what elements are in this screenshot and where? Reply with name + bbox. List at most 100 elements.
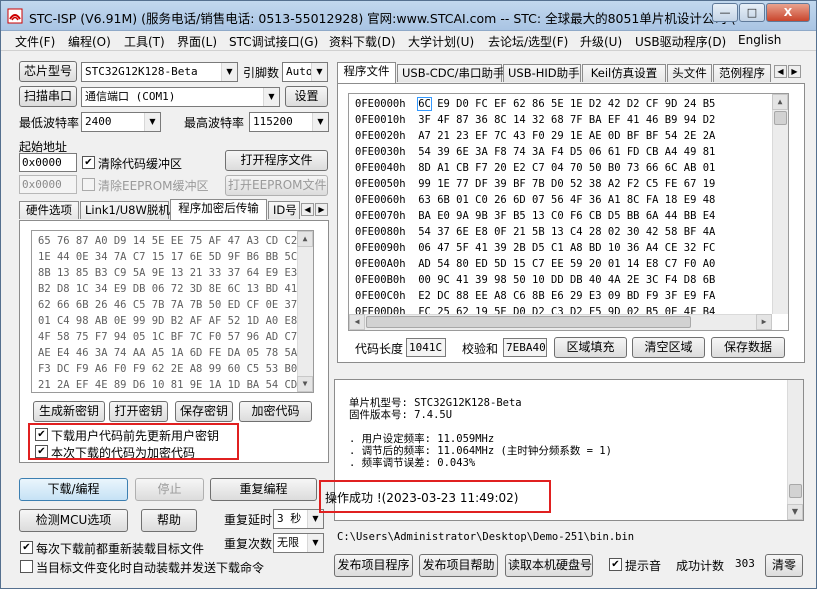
scroll-down-icon[interactable]: ▼ (297, 376, 313, 392)
right-tab-bar: 程序文件 USB-CDC/串口助手 USB-HID助手 Keil仿真设置 头文件… (337, 62, 805, 83)
tab-scroll-left-icon[interactable]: ◀ (774, 65, 787, 78)
enc-hex-row: B2 D8 1C 34 E9 DB 06 72 3D 8E 6C 13 BD 4… (38, 283, 314, 295)
tab-scroll-left-icon[interactable]: ◀ (301, 203, 314, 216)
generate-key-button[interactable]: 生成新密钥 (33, 401, 105, 422)
beep-checkbox[interactable]: ✔ (609, 558, 622, 571)
info-line: 固件版本号: 7.4.5U (349, 409, 453, 421)
tab-examples[interactable]: 范例程序 (713, 64, 771, 82)
reload-file-label: 每次下载前都重新装载目标文件 (36, 542, 205, 556)
maximize-button[interactable]: □ (739, 3, 765, 22)
scroll-right-icon[interactable]: ▶ (756, 314, 772, 330)
scroll-thumb[interactable] (366, 316, 691, 328)
scroll-thumb[interactable] (774, 111, 787, 125)
eeprom-addr-input[interactable]: 0x0000 (19, 175, 77, 194)
minimize-button[interactable]: — (712, 3, 738, 22)
left-tab-bar: 硬件选项 Link1/U8W脱机 程序加密后传输 ID号 ◀ ▶ (19, 199, 329, 220)
open-eeprom-button[interactable]: 打开EEPROM文件 (225, 175, 328, 196)
stop-button[interactable]: 停止 (135, 478, 204, 501)
save-key-button[interactable]: 保存密钥 (175, 401, 233, 422)
scroll-left-icon[interactable]: ◀ (349, 314, 365, 330)
code-addr-input[interactable]: 0x0000 (19, 153, 77, 172)
tab-usb-hid[interactable]: USB-HID助手 (503, 64, 581, 82)
tab-scroll-right-icon[interactable]: ▶ (315, 203, 328, 216)
publish-program-button[interactable]: 发布项目程序 (334, 554, 413, 577)
menu-tools[interactable]: 工具(T) (124, 33, 165, 50)
scroll-down-icon[interactable]: ▼ (787, 504, 803, 520)
tab-keil-settings[interactable]: Keil仿真设置 (582, 64, 666, 82)
menu-program[interactable]: 编程(O) (68, 33, 111, 50)
menu-downloads[interactable]: 资料下载(D) (329, 33, 396, 50)
tab-link1-offline[interactable]: Link1/U8W脱机 (80, 201, 170, 219)
check-mcu-button[interactable]: 检测MCU选项 (19, 509, 128, 532)
tab-scroll-right-icon[interactable]: ▶ (788, 65, 801, 78)
menu-usb-driver[interactable]: USB驱动程序(D) (635, 33, 726, 50)
auto-load-checkbox[interactable] (20, 560, 33, 573)
chevron-down-icon: ▼ (144, 113, 160, 131)
menu-file[interactable]: 文件(F) (15, 33, 55, 50)
min-baud-value: 2400 (85, 115, 112, 128)
clear-code-label: 清除代码缓冲区 (98, 157, 183, 171)
enc-scrollbar[interactable]: ▲ ▼ (297, 231, 313, 392)
repeat-delay-value: 3 秒 (277, 512, 302, 525)
scan-port-button[interactable]: 扫描串口 (19, 86, 77, 107)
clear-eeprom-checkbox[interactable] (82, 178, 95, 191)
pins-label: 引脚数 (243, 66, 280, 80)
min-baud-label: 最低波特率 (19, 116, 80, 130)
close-button[interactable]: X (766, 3, 810, 22)
tab-id[interactable]: ID号 (268, 201, 300, 219)
clear-area-button[interactable]: 清空区域 (632, 337, 705, 358)
repeat-count-select[interactable]: 无限 ▼ (273, 533, 324, 553)
success-count-value: 303 (735, 557, 755, 570)
fill-area-button[interactable]: 区域填充 (554, 337, 627, 358)
chip-type-select[interactable]: STC32G12K128-Beta ▼ (81, 62, 238, 82)
reprogram-button[interactable]: 重复编程 (210, 478, 317, 501)
encrypted-key-view[interactable]: 65 76 87 A0 D9 14 5E EE 75 AF 47 A3 CD C… (31, 230, 314, 393)
chip-type-button[interactable]: 芯片型号 (19, 61, 77, 82)
save-data-button[interactable]: 保存数据 (711, 337, 785, 358)
program-hex-view[interactable]: 0FE0000h 6C E9 D0 FC EF 62 86 5E 1E D2 4… (348, 93, 789, 331)
info-scrollbar[interactable]: ▼ (787, 380, 803, 520)
tab-encrypted-transfer[interactable]: 程序加密后传输 (170, 199, 267, 220)
open-program-button[interactable]: 打开程序文件 (225, 150, 328, 171)
hex-row: 0FE0030h 54 39 6E 3A F8 74 3A F4 D5 06 6… (355, 146, 716, 158)
clear-code-checkbox[interactable]: ✔ (82, 156, 95, 169)
menu-university[interactable]: 大学计划(U) (408, 33, 474, 50)
encrypt-code-button[interactable]: 加密代码 (239, 401, 312, 422)
read-disk-id-button[interactable]: 读取本机硬盘号 (505, 554, 593, 577)
window-title: STC-ISP (V6.91M) (服务电话/销售电话: 0513-550129… (29, 11, 736, 26)
tab-header-files[interactable]: 头文件 (667, 64, 712, 82)
hex-horizontal-scrollbar[interactable]: ◀ ▶ (349, 314, 772, 330)
enc-hex-row: 62 66 6B 26 46 C5 7B 7A 7B 50 ED CF 0E 3… (38, 299, 314, 311)
info-line: . 频率调节误差: 0.043% (349, 457, 476, 469)
clear-count-button[interactable]: 清零 (765, 554, 803, 577)
hex-row: 0FE00A0h AD 54 80 ED 5D 15 C7 EE 59 20 0… (355, 258, 716, 270)
menu-upgrade[interactable]: 升级(U) (580, 33, 622, 50)
menu-debug-interface[interactable]: STC调试接口(G) (229, 33, 318, 50)
min-baud-select[interactable]: 2400 ▼ (81, 112, 161, 132)
download-program-button[interactable]: 下载/编程 (19, 478, 128, 501)
enc-hex-row: 65 76 87 A0 D9 14 5E EE 75 AF 47 A3 CD C… (38, 235, 314, 247)
hex-row: 0FE00C0h E2 DC 88 EE A8 C6 8B E6 29 E3 0… (355, 290, 716, 302)
open-key-button[interactable]: 打开密钥 (109, 401, 168, 422)
scroll-thumb[interactable] (789, 484, 802, 498)
repeat-delay-select[interactable]: 3 秒 ▼ (273, 509, 324, 529)
publish-help-button[interactable]: 发布项目帮助 (419, 554, 498, 577)
tab-hardware[interactable]: 硬件选项 (19, 201, 79, 219)
tab-usb-cdc[interactable]: USB-CDC/串口助手 (397, 64, 505, 82)
menu-interface[interactable]: 界面(L) (177, 33, 217, 50)
scroll-up-icon[interactable]: ▲ (772, 94, 788, 110)
title-bar[interactable]: STC-ISP (V6.91M) (服务电话/销售电话: 0513-550129… (1, 1, 816, 31)
port-select[interactable]: 通信端口 (COM1) ▼ (81, 87, 280, 107)
max-baud-select[interactable]: 115200 ▼ (249, 112, 329, 132)
tab-program-file[interactable]: 程序文件 (337, 62, 396, 83)
enc-hex-row: 8B 13 85 B3 C9 5A 9E 13 21 33 37 64 E9 E… (38, 267, 314, 279)
settings-button[interactable]: 设置 (285, 86, 328, 107)
pins-select[interactable]: Auto ▼ (282, 62, 328, 82)
menu-forum[interactable]: 去论坛/选型(F) (488, 33, 568, 50)
help-button[interactable]: 帮助 (141, 509, 197, 532)
success-count-label: 成功计数 (676, 559, 725, 573)
scroll-up-icon[interactable]: ▲ (297, 231, 313, 247)
menu-english[interactable]: English (738, 33, 781, 47)
reload-file-checkbox[interactable]: ✔ (20, 541, 33, 554)
hex-vertical-scrollbar[interactable]: ▲ (772, 94, 788, 314)
